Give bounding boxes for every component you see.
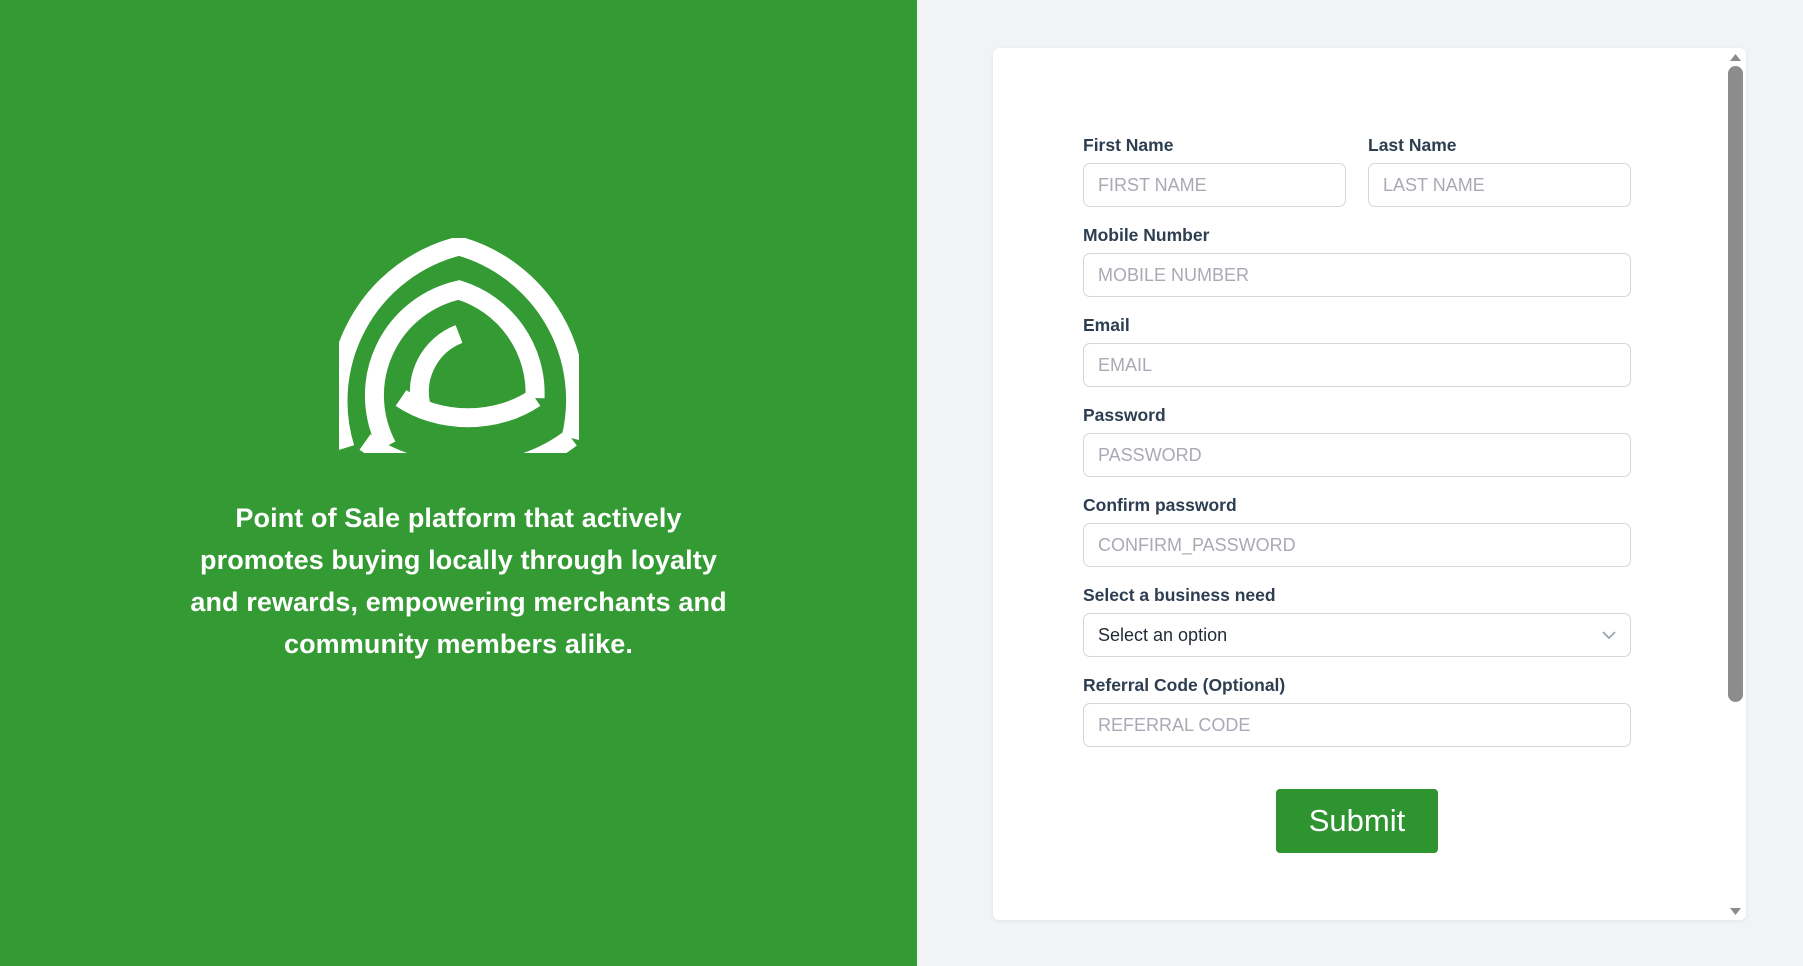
confirm-password-input[interactable] bbox=[1083, 523, 1631, 567]
referral-code-input[interactable] bbox=[1083, 703, 1631, 747]
signup-page: Point of Sale platform that actively pro… bbox=[0, 0, 1803, 966]
field-referral-code: Referral Code (Optional) bbox=[1083, 674, 1631, 747]
business-need-select[interactable]: Select an option bbox=[1083, 613, 1631, 657]
field-mobile-number: Mobile Number bbox=[1083, 224, 1631, 297]
last-name-input[interactable] bbox=[1368, 163, 1631, 207]
business-need-select-wrap: Select an option bbox=[1083, 613, 1631, 657]
field-first-name: First Name bbox=[1083, 134, 1346, 207]
label-password: Password bbox=[1083, 405, 1166, 425]
card-scrollbar[interactable] bbox=[1725, 48, 1746, 920]
label-first-name: First Name bbox=[1083, 135, 1174, 155]
password-input[interactable] bbox=[1083, 433, 1631, 477]
brand-panel: Point of Sale platform that actively pro… bbox=[0, 0, 917, 966]
form-panel: First Name Last Name Mobile Number Email bbox=[917, 0, 1803, 966]
field-email: Email bbox=[1083, 314, 1631, 387]
e-trilogy-arcs-logo-icon bbox=[338, 237, 579, 453]
brand-content: Point of Sale platform that actively pro… bbox=[179, 237, 739, 665]
triangle-up-icon bbox=[1729, 53, 1742, 62]
scroll-track[interactable] bbox=[1725, 66, 1746, 902]
triangle-down-icon bbox=[1729, 907, 1742, 916]
scroll-down-button[interactable] bbox=[1725, 902, 1746, 920]
label-business-need: Select a business need bbox=[1083, 585, 1276, 605]
name-row: First Name Last Name bbox=[1083, 134, 1631, 224]
mobile-number-input[interactable] bbox=[1083, 253, 1631, 297]
scroll-up-button[interactable] bbox=[1725, 48, 1746, 66]
scroll-thumb[interactable] bbox=[1728, 66, 1743, 702]
field-last-name: Last Name bbox=[1368, 134, 1631, 207]
email-input[interactable] bbox=[1083, 343, 1631, 387]
registration-card: First Name Last Name Mobile Number Email bbox=[993, 48, 1746, 920]
label-last-name: Last Name bbox=[1368, 135, 1457, 155]
submit-row: Submit bbox=[1083, 789, 1631, 853]
submit-button[interactable]: Submit bbox=[1275, 789, 1439, 853]
label-email: Email bbox=[1083, 315, 1130, 335]
brand-tagline: Point of Sale platform that actively pro… bbox=[190, 502, 727, 659]
label-referral-code: Referral Code (Optional) bbox=[1083, 675, 1286, 695]
field-confirm-password: Confirm password bbox=[1083, 494, 1631, 567]
label-confirm-password: Confirm password bbox=[1083, 495, 1237, 515]
first-name-input[interactable] bbox=[1083, 163, 1346, 207]
field-password: Password bbox=[1083, 404, 1631, 477]
label-mobile-number: Mobile Number bbox=[1083, 225, 1210, 245]
registration-form: First Name Last Name Mobile Number Email bbox=[1083, 134, 1631, 853]
field-business-need: Select a business need Select an option bbox=[1083, 584, 1631, 657]
